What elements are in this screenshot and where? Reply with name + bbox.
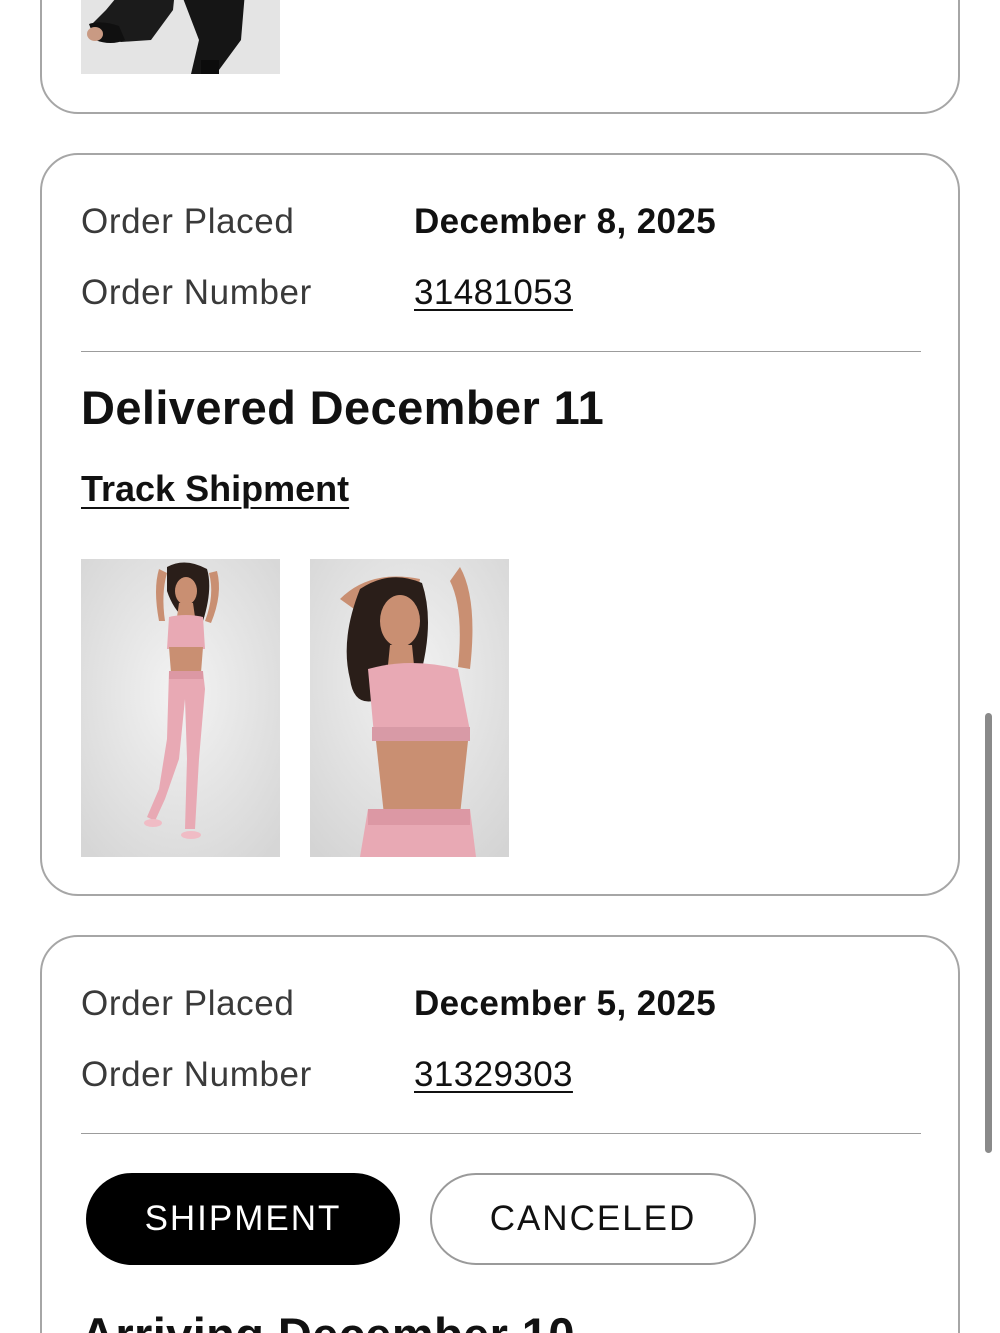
- order-number-label: Order Number: [81, 273, 312, 312]
- order-card-previous: [40, 0, 960, 114]
- order-placed-label: Order Placed: [81, 984, 295, 1023]
- order-placed-row: Order Placed December 5, 2025: [81, 982, 921, 1026]
- divider: [81, 1133, 921, 1134]
- scrollbar[interactable]: [985, 713, 992, 1153]
- order-number-row: Order Number 31481053: [81, 271, 921, 315]
- divider: [81, 351, 921, 352]
- order-card: Order Placed December 5, 2025 Order Numb…: [40, 935, 960, 1333]
- tab-canceled[interactable]: CANCELED: [430, 1173, 756, 1265]
- order-placed-row: Order Placed December 8, 2025: [81, 200, 921, 244]
- delivery-status: Delivered December 11: [81, 381, 605, 434]
- order-number-label: Order Number: [81, 1055, 312, 1094]
- product-image-black-outfit[interactable]: [81, 0, 280, 74]
- order-card: Order Placed December 8, 2025 Order Numb…: [40, 153, 960, 896]
- order-placed-date: December 8, 2025: [414, 202, 717, 241]
- order-placed-date: December 5, 2025: [414, 984, 717, 1023]
- track-shipment-link[interactable]: Track Shipment: [81, 468, 349, 510]
- order-number-link[interactable]: 31329303: [414, 1053, 573, 1097]
- order-number-link[interactable]: 31481053: [414, 271, 573, 315]
- product-image-pink-set-full[interactable]: [81, 559, 280, 857]
- order-number-row: Order Number 31329303: [81, 1053, 921, 1097]
- tab-shipment[interactable]: SHIPMENT: [86, 1173, 400, 1265]
- orders-page: Order Placed December 8, 2025 Order Numb…: [0, 0, 1000, 1333]
- order-placed-label: Order Placed: [81, 202, 295, 241]
- delivery-status: Arriving December 10: [81, 1307, 575, 1333]
- product-image-pink-set-top[interactable]: [310, 559, 509, 857]
